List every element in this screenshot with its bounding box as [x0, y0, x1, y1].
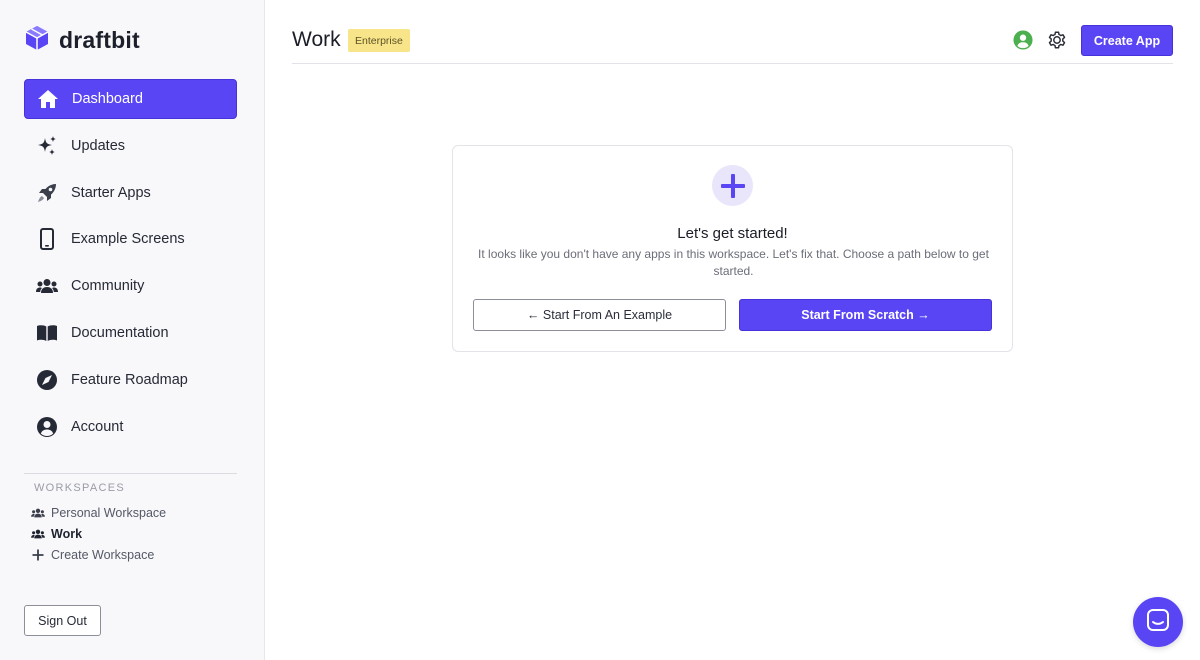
sidebar-item-community[interactable]: Community [24, 266, 237, 306]
start-from-scratch-button[interactable]: Start From Scratch → [739, 299, 992, 331]
start-from-example-button[interactable]: ← Start From An Example [473, 299, 726, 331]
workspaces-heading: WORKSPACES [34, 482, 126, 494]
users-icon [30, 508, 45, 518]
brand[interactable]: draftbit [24, 24, 140, 57]
workspace-list: Personal Workspace Work Create Workspace [30, 502, 166, 565]
sidebar-item-example-screens[interactable]: Example Screens [24, 219, 237, 259]
plan-badge: Enterprise [348, 29, 410, 52]
sidebar-item-feature-roadmap[interactable]: Feature Roadmap [24, 360, 237, 400]
user-avatar-icon[interactable] [1013, 30, 1033, 55]
workspace-label: Personal Workspace [51, 505, 167, 520]
workspace-label: Create Workspace [51, 547, 155, 562]
rocket-icon [36, 182, 58, 204]
sidebar-divider [24, 473, 237, 474]
sidebar-item-label: Updates [71, 137, 126, 154]
workspace-item-personal[interactable]: Personal Workspace [30, 502, 166, 523]
user-circle-icon [36, 416, 58, 438]
add-app-icon [712, 165, 753, 206]
sidebar-item-starter-apps[interactable]: Starter Apps [24, 173, 237, 213]
sidebar: draftbit Dashboard Updates Starter Apps … [0, 0, 265, 660]
sidebar-item-label: Feature Roadmap [71, 371, 188, 388]
sign-out-button[interactable]: Sign Out [24, 605, 101, 636]
sidebar-item-label: Example Screens [71, 231, 185, 248]
sidebar-item-updates[interactable]: Updates [24, 126, 237, 166]
create-app-button[interactable]: Create App [1081, 25, 1173, 56]
sidebar-item-documentation[interactable]: Documentation [24, 313, 237, 353]
phone-icon [36, 228, 58, 251]
empty-state-description: It looks like you don't have any apps in… [478, 247, 989, 278]
page-header: Work Enterprise Create App [292, 24, 1173, 64]
compass-icon [36, 369, 58, 391]
sidebar-item-label: Starter Apps [71, 184, 151, 201]
create-workspace-link[interactable]: Create Workspace [30, 544, 166, 565]
page-title: Work [292, 28, 341, 51]
chat-icon [1146, 608, 1170, 637]
workspace-label: Work [51, 526, 83, 541]
sidebar-item-label: Dashboard [72, 91, 143, 107]
sparkles-icon [36, 135, 58, 157]
sidebar-item-account[interactable]: Account [24, 407, 237, 447]
home-icon [37, 88, 59, 110]
plus-icon [30, 549, 45, 561]
sidebar-nav: Dashboard Updates Starter Apps Example S… [24, 79, 237, 453]
book-icon [36, 322, 58, 344]
workspace-item-work[interactable]: Work [30, 523, 166, 544]
brand-name: draftbit [59, 27, 140, 53]
sidebar-item-label: Community [71, 278, 145, 295]
sidebar-item-dashboard[interactable]: Dashboard [24, 79, 237, 119]
users-icon [30, 529, 45, 539]
sidebar-item-label: Documentation [71, 324, 169, 341]
sidebar-item-label: Account [71, 418, 124, 435]
chat-launcher-button[interactable] [1133, 597, 1183, 647]
empty-state-card: Let's get started! It looks like you don… [452, 145, 1013, 352]
gear-icon[interactable] [1046, 29, 1068, 56]
empty-state-title: Let's get started! [677, 225, 788, 242]
users-icon [36, 275, 58, 297]
draftbit-logo-icon [24, 24, 50, 57]
